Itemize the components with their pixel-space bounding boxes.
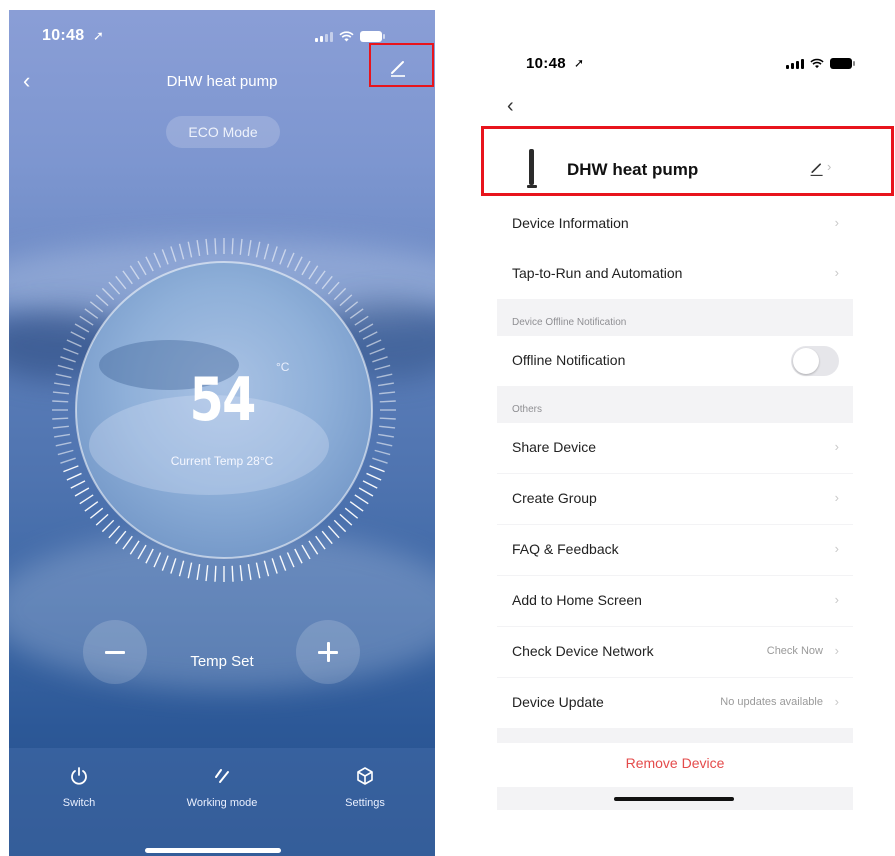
target-temperature: 54 (189, 365, 257, 435)
row-create-group[interactable]: Create Group › (497, 474, 853, 524)
row-label: Check Device Network (512, 643, 654, 659)
chevron-right-icon: › (834, 592, 839, 607)
chevron-right-icon: › (834, 490, 839, 505)
row-label: Device Information (512, 215, 629, 231)
location-arrow-icon: ➚ (93, 28, 104, 43)
tab-working-mode-label: Working mode (186, 797, 258, 809)
power-icon (71, 767, 87, 785)
device-name-highlight-box (481, 126, 894, 196)
chevron-right-icon: › (834, 541, 839, 556)
signal-icon (786, 58, 804, 69)
status-time: 10:48 (42, 27, 85, 44)
row-label: Offline Notification (512, 352, 626, 368)
left-phone-screen: 10:48 ➚ ‹ DHW heat pump ECO Mode 54 °C C… (9, 10, 435, 856)
section-header-offline: Device Offline Notification (512, 317, 627, 328)
remove-device-label: Remove Device (625, 755, 725, 771)
row-faq-feedback[interactable]: FAQ & Feedback › (497, 525, 853, 575)
increase-temp-button[interactable] (296, 620, 360, 684)
toggle-knob (793, 348, 819, 374)
location-arrow-icon: ➚ (574, 56, 585, 70)
wifi-icon (339, 30, 354, 41)
status-icons (315, 30, 385, 42)
row-offline-notification: Offline Notification (497, 336, 853, 386)
eco-mode-badge[interactable]: ECO Mode (166, 116, 280, 148)
current-temperature: Current Temp 28°C (170, 454, 274, 468)
mode-slashes-icon (215, 769, 229, 783)
tab-switch[interactable]: Switch (29, 766, 129, 809)
check-now-value: Check Now (766, 645, 823, 657)
tab-working-mode[interactable]: Working mode (172, 766, 272, 809)
row-label: FAQ & Feedback (512, 541, 619, 557)
home-indicator (145, 848, 281, 853)
back-arrow-icon[interactable]: ‹ (507, 95, 514, 118)
wifi-icon (810, 58, 824, 68)
section-header-others: Others (512, 404, 543, 415)
row-add-home-screen[interactable]: Add to Home Screen › (497, 576, 853, 626)
temp-set-label: Temp Set (190, 653, 254, 670)
chevron-right-icon: › (834, 215, 839, 230)
row-device-information[interactable]: Device Information › (497, 199, 853, 249)
cube-icon (357, 767, 373, 785)
chevron-right-icon: › (834, 643, 839, 658)
update-status-value: No updates available (720, 696, 823, 708)
row-label: Tap-to-Run and Automation (512, 265, 683, 281)
battery-icon (360, 30, 385, 42)
remove-device-button[interactable]: Remove Device (497, 743, 853, 787)
row-label: Create Group (512, 490, 597, 506)
row-label: Device Update (512, 694, 604, 710)
chevron-right-icon: › (834, 439, 839, 454)
row-label: Add to Home Screen (512, 592, 642, 608)
offline-notification-toggle[interactable] (791, 346, 839, 376)
tab-settings-label: Settings (345, 797, 385, 809)
tab-settings[interactable]: Settings (315, 766, 415, 809)
battery-icon (830, 57, 855, 69)
home-indicator (614, 797, 734, 801)
tab-switch-label: Switch (62, 797, 96, 809)
status-bar-right: 10:48 ➚ (497, 43, 855, 83)
bottom-tab-bar: Switch Working mode Settings (9, 748, 435, 856)
decrease-temp-button[interactable] (83, 620, 147, 684)
row-tap-to-run[interactable]: Tap-to-Run and Automation › (497, 249, 853, 299)
row-device-update[interactable]: Device Update No updates available › (497, 678, 853, 728)
chevron-right-icon: › (834, 265, 839, 280)
row-share-device[interactable]: Share Device › (497, 423, 853, 473)
temperature-unit: °C (276, 360, 290, 374)
status-time-right: 10:48 (526, 54, 566, 72)
edit-pencil-icon[interactable] (388, 57, 408, 77)
status-icons-right (786, 57, 855, 69)
row-check-network[interactable]: Check Device Network Check Now › (497, 627, 853, 677)
row-label: Share Device (512, 439, 597, 455)
signal-icon (315, 31, 333, 42)
chevron-right-icon: › (834, 694, 839, 709)
